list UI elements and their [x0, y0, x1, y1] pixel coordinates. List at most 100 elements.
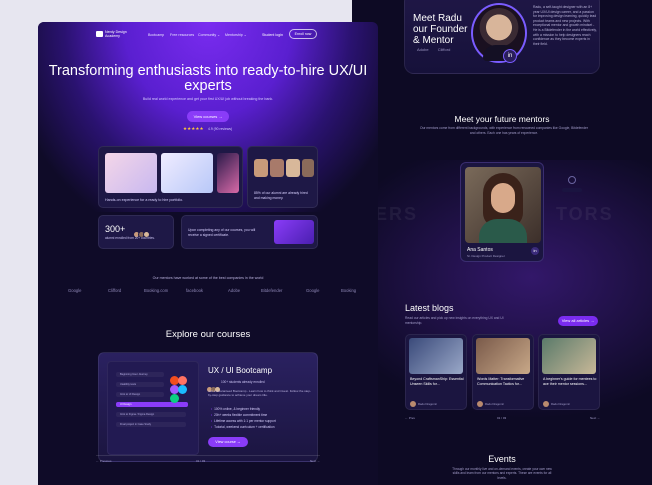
- view-all-articles-button[interactable]: View all articles →: [558, 316, 598, 326]
- mock-row: Beginning User Journey: [116, 372, 164, 377]
- mentors-title: Meet your future mentors: [454, 114, 550, 124]
- blog-title: Words Matter: Transformative Communicati…: [477, 377, 525, 386]
- blog-image: [409, 338, 463, 374]
- blog-card[interactable]: A beginner's guide for mentees to ace th…: [538, 334, 600, 410]
- portfolio-thumbnail: [105, 153, 157, 193]
- nav-item-bootcamp[interactable]: Bootcamp: [148, 33, 164, 37]
- courses-title: Explore our courses: [165, 329, 251, 340]
- pager-divider: [96, 455, 320, 456]
- course-mockup: Beginning User Journey Usability tests I…: [107, 361, 199, 455]
- alumni-photo: [286, 159, 300, 177]
- avatar-group: [133, 225, 150, 243]
- blog-author: Radu Dragomir: [485, 402, 504, 406]
- course-description: Get a Guaranteed Bootcamp - Learn how to…: [208, 389, 311, 398]
- view-courses-button[interactable]: View courses →: [187, 111, 229, 122]
- company-logo: Clifford: [108, 288, 122, 293]
- alumni-count: 300+: [105, 224, 126, 234]
- portfolio-thumbnail: [217, 153, 239, 193]
- linkedin-icon[interactable]: in: [503, 49, 517, 63]
- rating-stars-icon: ★★★★★: [183, 126, 204, 131]
- founder-description: Radu, a self-taught designer with an 8+ …: [533, 5, 597, 46]
- nav-item-community[interactable]: Community ⌄: [198, 33, 220, 37]
- page-indicator: 01 / 03: [497, 416, 507, 420]
- logo-text[interactable]: Nerdy Design Academy: [105, 30, 135, 38]
- company-logo: Booking: [341, 288, 357, 293]
- alumni-caption: alumni enrolled from 20+ countries.: [105, 236, 155, 240]
- student-login-link[interactable]: Student login: [262, 33, 283, 37]
- mentor-role: Sr. Design Product Designer: [467, 254, 505, 258]
- certificate-card: Upon completing any of our courses, you …: [181, 215, 318, 249]
- blog-author: Radu Dragomir: [418, 402, 437, 406]
- blog-image: [476, 338, 530, 374]
- company-logo: Adobe: [417, 47, 429, 52]
- course-title: UX / UI Bootcamp: [208, 366, 273, 375]
- blogs-title: Latest blogs: [405, 303, 454, 313]
- portfolio-card: Hands-on experience for a ready to hire …: [98, 146, 243, 208]
- blogs-subtitle: Read our articles and pick up new insigh…: [405, 316, 504, 325]
- view-course-button[interactable]: View course →: [208, 437, 248, 447]
- next-button[interactable]: Next →: [590, 416, 600, 420]
- mock-row: Usability tests: [116, 382, 164, 387]
- alumni-photo: [270, 159, 284, 177]
- company-logo: Clifford: [437, 47, 451, 52]
- companies-caption: Our mentors have worked at some of the b…: [152, 276, 264, 280]
- company-logo: Adobe: [228, 288, 241, 293]
- nav-item-mentorship[interactable]: Mentorship ⌄: [225, 33, 247, 37]
- course-panel: Beginning User Journey Usability tests I…: [98, 352, 318, 462]
- founder-card: Meet Radu our Founder & Mentor in Radu, …: [404, 0, 600, 74]
- course-bullet: 100% online, & beginner friendly: [211, 407, 260, 411]
- founder-photo: [471, 3, 527, 63]
- mock-row: Intro to UI Design: [116, 392, 164, 397]
- mock-row: Final project in Case Study: [116, 422, 186, 427]
- linkedin-icon[interactable]: in: [531, 247, 539, 255]
- nav-item-free-resources[interactable]: Free resources: [170, 33, 194, 37]
- landing-page-preview: Nerdy Design Academy Bootcamp Free resou…: [38, 22, 378, 485]
- blog-image: [542, 338, 596, 374]
- alumni-photo: [302, 159, 314, 177]
- blog-title: Beyond CraftsmanShip: Essential Unseen S…: [410, 377, 464, 386]
- top-nav: Nerdy Design Academy Bootcamp Free resou…: [38, 22, 378, 48]
- blog-card[interactable]: Beyond CraftsmanShip: Essential Unseen S…: [405, 334, 467, 410]
- mentor-card[interactable]: Ana Santos Sr. Design Product Designer i…: [460, 162, 544, 262]
- avatar: [543, 401, 549, 407]
- ghost-marquee-text: ERS: [375, 204, 419, 224]
- hired-caption: 85% of our alumni are already hired and …: [254, 191, 308, 200]
- enroll-button[interactable]: Enroll now: [289, 29, 317, 39]
- logo-icon[interactable]: [96, 31, 103, 37]
- blog-card[interactable]: Words Matter: Transformative Communicati…: [472, 334, 534, 410]
- course-bullet: 20h+ weeks flexible commitment time: [211, 413, 267, 417]
- prev-button[interactable]: ← Prev: [405, 416, 415, 420]
- founder-logos: Adobe Clifford: [417, 47, 458, 52]
- next-button[interactable]: Next →: [310, 459, 320, 463]
- events-subtitle: Through our monthly live and on-demand e…: [452, 467, 552, 480]
- company-logo: Booking.com: [144, 288, 169, 293]
- ghost-marquee-text: TORS: [556, 204, 614, 224]
- blog-title: A beginner's guide for mentees to ace th…: [543, 377, 597, 386]
- company-logo: Google: [68, 288, 82, 293]
- figma-icon: [170, 376, 192, 406]
- rating-text: 4.9 (90 reviews): [208, 127, 233, 131]
- mentor-photo: [465, 167, 541, 243]
- screenshot-stage: Meet Radu our Founder & Mentor in Radu, …: [0, 0, 652, 485]
- avatar: [477, 401, 483, 407]
- mock-row: Intro to Figma / Figma Design: [116, 412, 186, 417]
- prev-button[interactable]: ← Previous: [96, 459, 112, 463]
- portfolio-caption: Hands-on experience for a ready to hire …: [105, 198, 184, 202]
- mentors-subtitle: Our mentors come from different backgrou…: [420, 126, 588, 135]
- course-bullet: Lifetime access with 1:1 per mentor supp…: [211, 419, 276, 423]
- page-indicator: 01 / 03: [196, 459, 206, 463]
- company-logo: Google: [306, 288, 320, 293]
- next-arrow-icon[interactable]: [568, 176, 576, 184]
- course-bullet: Tutorial, weekend curriculum + certifica…: [211, 425, 274, 429]
- carousel-indicator: [562, 188, 582, 192]
- alumni-photo: [254, 159, 268, 177]
- certificate-caption: Upon completing any of our courses, you …: [188, 228, 256, 237]
- avatar: [410, 401, 416, 407]
- certificate-image: [274, 220, 314, 244]
- portfolio-thumbnail: [161, 153, 213, 193]
- mentor-name: Ana Santos: [467, 247, 493, 253]
- hired-card: 85% of our alumni are already hired and …: [247, 146, 318, 208]
- founder-title: Meet Radu our Founder & Mentor: [413, 13, 468, 46]
- blog-author: Radu Dragomir: [551, 402, 570, 406]
- alumni-card: 300+ alumni enrolled from 20+ countries.: [98, 215, 174, 249]
